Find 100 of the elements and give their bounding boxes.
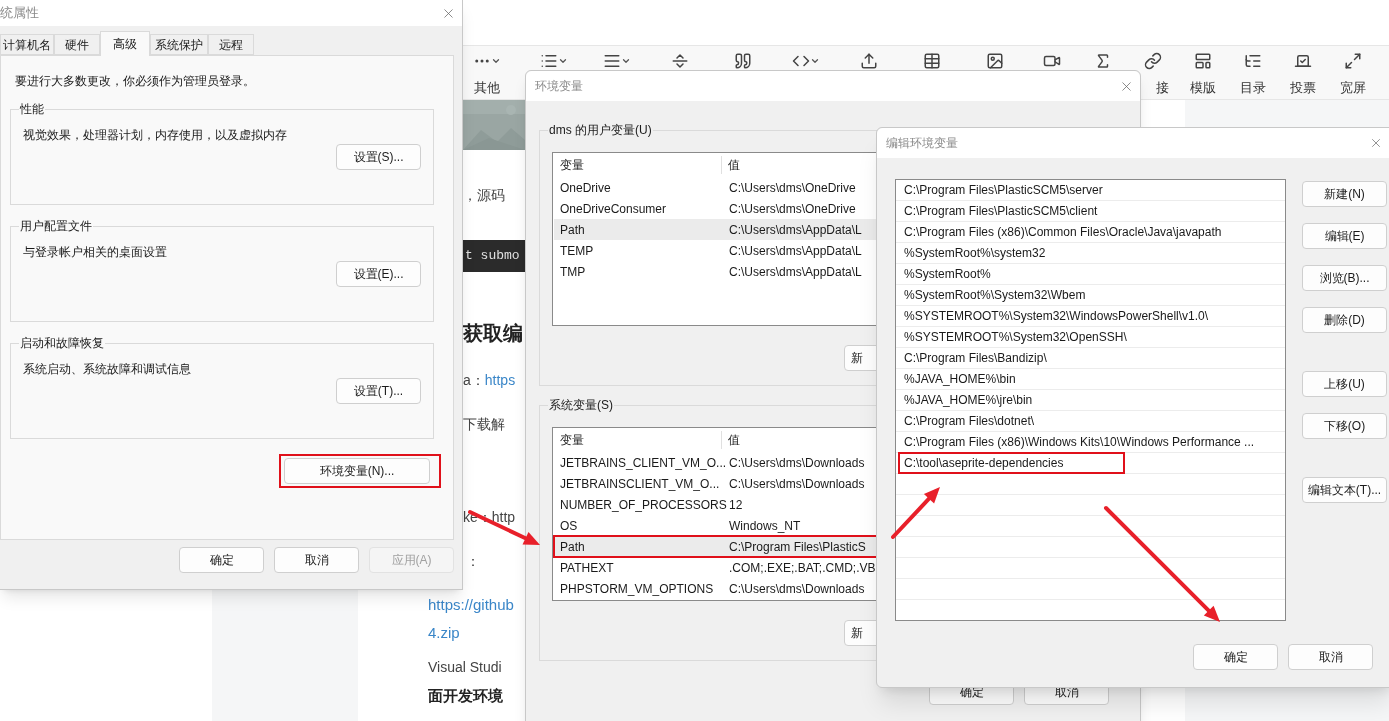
list-item[interactable]: C:\Program Files\PlasticSCM5\client [898, 200, 1104, 222]
table-cell-text: C:\Program Files\PlasticS [728, 538, 866, 556]
dialog-button[interactable]: 下移(O) [1302, 413, 1387, 439]
table-cell-text: Path [559, 538, 586, 556]
list-item[interactable]: %SYSTEMROOT%\System32\WindowsPowerShell\v1.0\ [898, 305, 1215, 327]
table-cell-text: Windows_NT [728, 517, 801, 535]
image-icon[interactable] [985, 52, 1004, 70]
table-cell-text: PHPSTORM_VM_OPTIONS [559, 580, 715, 598]
group-title: 性能 [19, 101, 45, 118]
group-title: 启动和故障恢复 [19, 335, 105, 352]
table-cell-text: TMP [559, 263, 587, 281]
close-icon[interactable] [1369, 136, 1383, 150]
toolbar-label[interactable]: 其他 [474, 78, 500, 98]
dialog-button[interactable]: 删除(D) [1302, 307, 1387, 333]
align-icon[interactable] [602, 52, 621, 70]
admin-note: 要进行大多数更改，你必须作为管理员登录。 [15, 73, 256, 90]
dialog-button[interactable]: 设置(E)... [336, 261, 421, 287]
table-cell-text: C:\Users\dms\Downloads [728, 454, 865, 472]
group-title: 系统变量(S) [548, 397, 614, 414]
tab[interactable]: 系统保护 [150, 34, 208, 55]
table-cell-text: 12 [728, 496, 743, 514]
list-item[interactable]: %JAVA_HOME%\jre\bin [898, 389, 1039, 411]
dialog-button[interactable]: 设置(T)... [336, 378, 421, 404]
dialog-button[interactable]: 新建(N) [1302, 181, 1387, 207]
article-text: ，源码 [463, 186, 505, 205]
article-text: a： [463, 370, 485, 390]
table-cell-text: OneDriveConsumer [559, 200, 668, 218]
dialog-button[interactable]: 设置(S)... [336, 144, 421, 170]
list-item[interactable]: C:\Program Files\Bandizip\ [898, 347, 1053, 369]
table-cell-text: Path [559, 221, 586, 239]
table-cell-text: JETBRAINSCLIENT_VM_O... [559, 475, 721, 493]
link-icon[interactable] [1144, 52, 1162, 70]
outline-icon[interactable] [1244, 52, 1262, 70]
group-title: dms 的用户变量(U) [548, 122, 653, 139]
toolbar-label[interactable]: 模版 [1190, 78, 1216, 98]
toolbar-label[interactable]: 投票 [1290, 78, 1316, 98]
caret-icon [809, 56, 820, 66]
article-link[interactable]: https://github [428, 594, 514, 616]
dialog-button[interactable]: 取消 [274, 547, 359, 573]
table-cell-text: .COM;.EXE;.BAT;.CMD;.VB [728, 559, 876, 577]
list-item[interactable]: C:\Program Files\dotnet\ [898, 410, 1041, 432]
group-title: 用户配置文件 [19, 218, 93, 235]
window-title: 环境变量 [535, 78, 583, 95]
list-item[interactable]: %SystemRoot% [898, 263, 997, 285]
dialog-button[interactable]: 上移(U) [1302, 371, 1387, 397]
article-link[interactable]: https [484, 369, 516, 391]
article-text: ： [466, 552, 480, 571]
dialog-button[interactable]: 编辑文本(T)... [1302, 477, 1387, 503]
list-item[interactable]: %SystemRoot%\System32\Wbem [898, 284, 1092, 306]
vote-icon[interactable] [1294, 52, 1312, 70]
dialog-button[interactable]: 编辑(E) [1302, 223, 1387, 249]
table-cell-text: C:\Users\dms\Downloads [728, 580, 865, 598]
environment-variables-button[interactable]: 环境变量(N)... [284, 458, 430, 484]
group-description: 与登录帐户相关的桌面设置 [23, 244, 168, 261]
list-icon[interactable] [539, 52, 558, 70]
table-cell-text: C:\Users\dms\AppData\L [728, 221, 862, 239]
list-item[interactable]: %SystemRoot%\system32 [898, 242, 1052, 264]
template-icon[interactable] [1194, 52, 1212, 70]
dialog-button[interactable]: 确定 [179, 547, 264, 573]
list-item[interactable]: %SYSTEMROOT%\System32\OpenSSH\ [898, 326, 1133, 348]
article-link[interactable]: 4.zip [428, 622, 460, 644]
tab[interactable]: 硬件 [54, 34, 100, 55]
table-cell-text: C:\Users\dms\OneDrive [728, 200, 856, 218]
column-header[interactable]: 变量 [553, 431, 722, 449]
column-header[interactable]: 值 [722, 431, 740, 449]
quote-icon[interactable] [733, 52, 752, 70]
dialog-button[interactable]: 确定 [1193, 644, 1278, 670]
table-cell-text: OneDrive [559, 179, 612, 197]
column-header[interactable]: 变量 [553, 156, 722, 174]
toolbar-label[interactable]: 接 [1137, 78, 1169, 98]
arrow-annotation [891, 487, 940, 539]
article-heading: 获取编 [463, 321, 523, 346]
tab[interactable]: 高级 [100, 31, 150, 56]
column-header[interactable]: 值 [722, 156, 740, 174]
caret-icon [491, 56, 501, 66]
table-icon[interactable] [922, 52, 941, 70]
tab[interactable]: 计算机名 [0, 34, 54, 55]
code-text: t submo [465, 247, 520, 266]
list-item[interactable]: C:\tool\aseprite-dependencies [898, 452, 1126, 474]
toolbar-label[interactable]: 目录 [1240, 78, 1266, 98]
group-description: 视觉效果，处理器计划，内存使用，以及虚拟内存 [23, 127, 288, 144]
table-cell-text: C:\Users\dms\Downloads [728, 475, 865, 493]
article-text: 下载解 [463, 415, 505, 434]
window-title: 编辑环境变量 [886, 135, 958, 152]
caret-icon [557, 56, 568, 66]
toolbar-label[interactable]: 宽屏 [1340, 78, 1366, 98]
dialog-button[interactable]: 浏览(B)... [1302, 265, 1387, 291]
list-item[interactable]: C:\Program Files\PlasticSCM5\server [898, 180, 1109, 201]
article-text: Visual Studi [428, 658, 502, 677]
table-cell-text: C:\Users\dms\OneDrive [728, 179, 856, 197]
fullscreen-icon[interactable] [1344, 52, 1362, 70]
list-item[interactable]: C:\Program Files (x86)\Windows Kits\10\Windows Performance ... [898, 431, 1261, 453]
table-cell-text: PATHEXT [559, 559, 615, 577]
dialog-button[interactable]: 取消 [1288, 644, 1373, 670]
group-description: 系统启动、系统故障和调试信息 [23, 361, 192, 378]
upload-icon[interactable] [859, 52, 878, 70]
list-item[interactable]: %JAVA_HOME%\bin [898, 368, 1022, 390]
tab[interactable]: 远程 [208, 34, 254, 55]
table-cell-text: TEMP [559, 242, 595, 260]
divider-icon[interactable] [670, 52, 689, 70]
